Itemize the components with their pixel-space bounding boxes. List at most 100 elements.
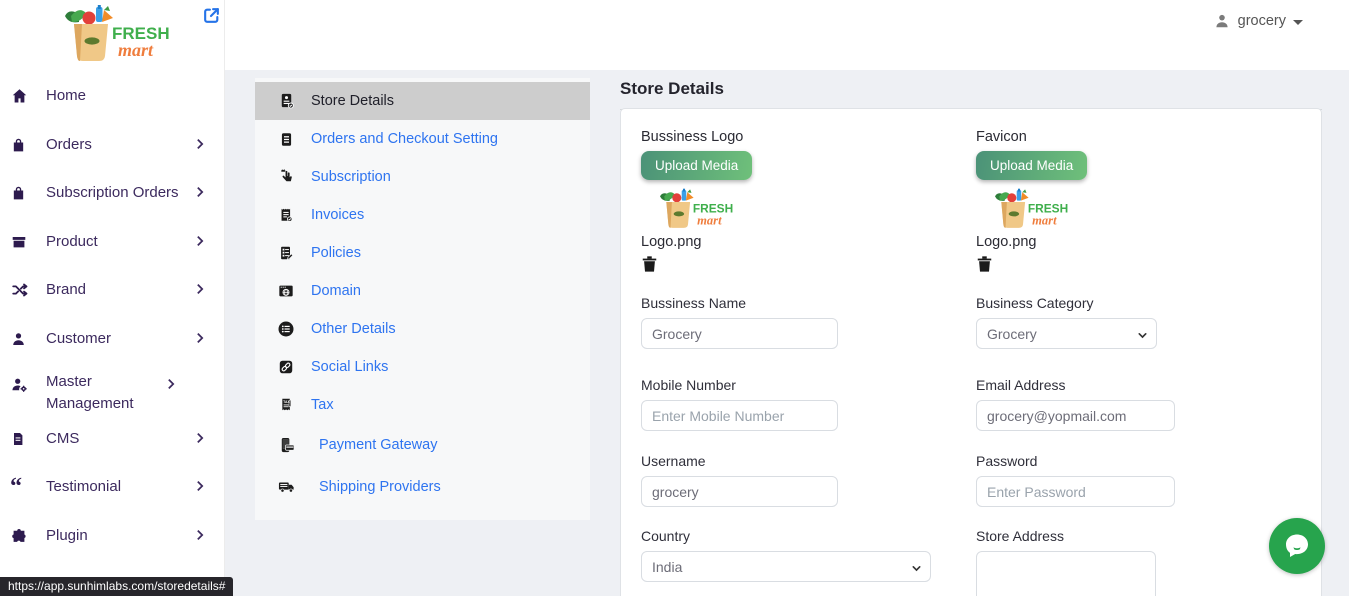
settings-item-label: Store Details [311,93,394,109]
mobile-number-input[interactable] [641,400,838,431]
username-group: Username [641,453,838,507]
settings-item-orders-checkout[interactable]: Orders and Checkout Setting [255,120,590,158]
document-icon [10,429,32,449]
app-root: FRESH mart Home O [0,0,1349,596]
sidebar-item-cms[interactable]: CMS [0,415,225,464]
chevron-right-icon [164,377,180,393]
sidebar: Home Orders Subscription Orders [0,0,225,596]
field-label: Mobile Number [641,377,838,393]
main-content: Store Details Orders and Checkout Settin… [225,70,1349,596]
field-label: Bussiness Name [641,295,838,311]
settings-item-tax[interactable]: TAX Tax [255,386,590,424]
chevron-right-icon [193,234,209,250]
sidebar-item-master-management[interactable]: Master Management [0,363,225,415]
chevron-right-icon [193,331,209,347]
sidebar-item-label: Orders [44,134,193,156]
favicon-preview [986,188,1074,230]
chevron-right-icon [193,479,209,495]
quote-icon: “ [10,477,32,497]
bag-icon [10,183,32,203]
uploaded-filename: Logo.png [641,234,752,250]
field-label: Business Category [976,295,1157,311]
person-icon [10,329,32,349]
email-address-input[interactable] [976,400,1175,431]
trash-icon[interactable] [641,255,658,273]
settings-item-policies[interactable]: Policies [255,234,590,272]
sidebar-item-subscription-orders[interactable]: Subscription Orders [0,169,225,218]
upload-media-button[interactable]: Upload Media [641,151,752,180]
settings-item-label: Invoices [311,207,364,223]
puzzle-icon [10,526,32,546]
settings-item-other-details[interactable]: Other Details [255,310,590,348]
settings-item-label: Payment Gateway [311,437,437,453]
settings-item-store-details[interactable]: Store Details [255,82,590,120]
business-category-group: Business Category Grocery [976,295,1157,349]
store-address-group: Store Address [976,528,1156,596]
external-link-icon[interactable] [202,6,221,25]
settings-item-shipping-providers[interactable]: Shipping Providers [255,466,590,508]
upload-media-button[interactable]: Upload Media [976,151,1087,180]
domain-icon [276,282,296,301]
favicon-upload: Favicon Upload Media Logo.png [976,129,1087,278]
sidebar-item-testimonial[interactable]: “ Testimonial [0,463,225,512]
settings-item-label: Domain [311,283,361,299]
chat-bubble-icon [1282,531,1312,561]
chevron-right-icon [193,137,209,153]
sidebar-item-label: Product [44,231,193,253]
orders-checkout-icon [276,130,296,149]
sidebar-item-label: Testimonial [44,476,193,498]
settings-item-label: Tax [311,397,334,413]
user-dropdown[interactable]: grocery [1213,12,1303,30]
settings-item-label: Policies [311,245,361,261]
email-address-group: Email Address [976,377,1175,431]
business-category-select[interactable]: Grocery [976,318,1157,349]
sidebar-item-label: Customer [44,328,193,350]
field-label: Bussiness Logo [641,129,752,145]
sidebar-item-product[interactable]: Product [0,218,225,267]
field-label: Store Address [976,528,1156,544]
subscription-icon [276,168,296,187]
tax-icon: TAX [276,396,296,415]
settings-item-domain[interactable]: Domain [255,272,590,310]
business-logo-preview [651,188,739,230]
invoices-icon [276,206,296,225]
bag-icon [10,135,32,155]
settings-item-label: Other Details [311,321,396,337]
sidebar-item-brand[interactable]: Brand [0,266,225,315]
password-group: Password [976,453,1175,507]
country-group: Country India [641,528,931,582]
policies-icon [276,244,296,263]
home-icon [10,86,32,106]
field-label: Email Address [976,377,1175,393]
password-input[interactable] [976,476,1175,507]
payment-gateway-icon [276,436,296,455]
user-icon [1213,12,1231,30]
page-title: Store Details [620,79,1322,110]
sidebar-item-home[interactable]: Home [0,72,225,121]
sidebar-item-customer[interactable]: Customer [0,315,225,364]
field-label: Country [641,528,931,544]
mobile-number-group: Mobile Number [641,377,838,431]
sidebar-item-label: CMS [44,428,193,450]
username-input[interactable] [641,476,838,507]
sidebar-item-label: Master Management [44,371,164,415]
other-details-icon [276,320,296,339]
chevron-right-icon [193,185,209,201]
business-name-input[interactable] [641,318,838,349]
store-address-textarea[interactable] [976,551,1156,596]
country-select[interactable]: India [641,551,931,582]
settings-item-social-links[interactable]: Social Links [255,348,590,386]
settings-item-invoices[interactable]: Invoices [255,196,590,234]
settings-item-label: Orders and Checkout Setting [311,131,498,147]
uploaded-filename: Logo.png [976,234,1087,250]
sidebar-menu: Home Orders Subscription Orders [0,72,225,560]
chat-widget-button[interactable] [1269,518,1325,574]
settings-item-subscription[interactable]: Subscription [255,158,590,196]
settings-item-payment-gateway[interactable]: Payment Gateway [255,424,590,466]
sidebar-item-plugin[interactable]: Plugin [0,512,225,561]
business-name-group: Bussiness Name [641,295,838,349]
trash-icon[interactable] [976,255,993,273]
store-details-card: Bussiness Logo Upload Media Logo.png Bus… [620,108,1322,596]
brand-logo[interactable] [55,4,175,66]
sidebar-item-orders[interactable]: Orders [0,121,225,170]
